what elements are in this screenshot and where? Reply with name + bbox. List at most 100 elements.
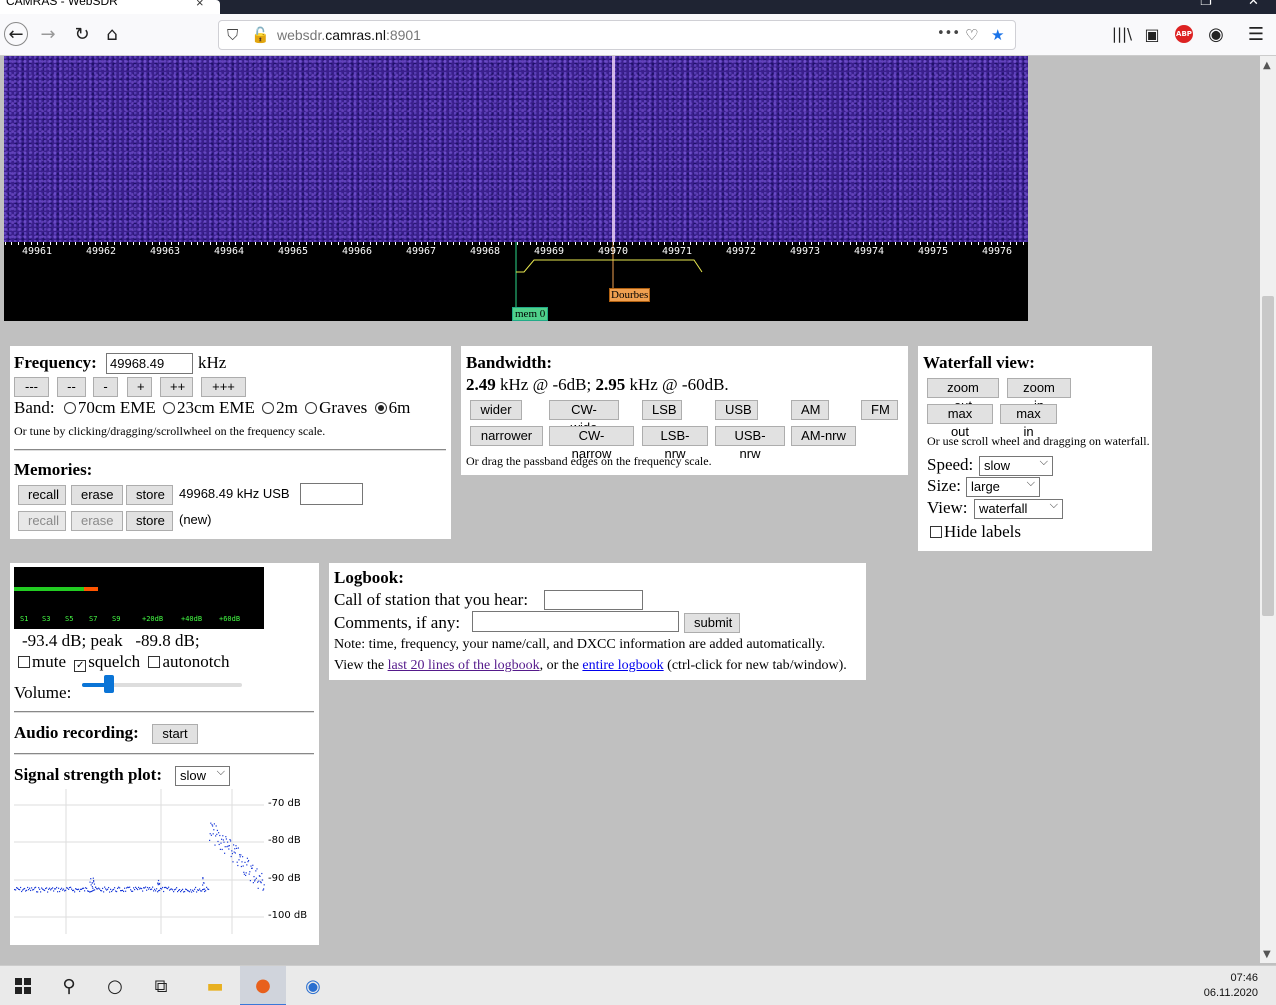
forward-icon[interactable]: →	[36, 22, 60, 46]
tab-close-icon[interactable]: ×	[196, 0, 204, 10]
page-scrollbar[interactable]: ▲ ▼	[1260, 56, 1276, 963]
max-out-button[interactable]: max out	[927, 404, 993, 439]
cw-wide-button[interactable]: CW-wide	[549, 400, 619, 435]
autonotch-checkbox[interactable]	[148, 656, 161, 668]
frequency-panel: Frequency: kHz --- -- - + ++ +++ Band: 7…	[10, 346, 451, 539]
band-option-2m[interactable]: 2m	[262, 398, 298, 417]
band-radio-graves[interactable]	[305, 402, 318, 414]
zoom-in-button[interactable]: zoom in	[1007, 378, 1071, 413]
memory-recall-button[interactable]: recall	[18, 485, 66, 505]
view-select[interactable]: waterfall ⌵	[974, 499, 1063, 519]
frequency-input[interactable]	[106, 353, 193, 374]
usb-button[interactable]: USB	[715, 400, 758, 420]
signal-trace-point	[220, 842, 222, 844]
step-down-small-button[interactable]: -	[93, 377, 118, 397]
memory-store-button[interactable]: store	[126, 485, 173, 505]
new-memory-store-button[interactable]: store	[126, 511, 173, 531]
insecure-lock-icon[interactable]: 🔓	[251, 26, 270, 44]
band-radio-2m[interactable]	[262, 402, 275, 414]
memory-erase-button[interactable]: erase	[71, 485, 123, 505]
plot-speed-select[interactable]: slow ⌵	[175, 766, 230, 786]
speed-select[interactable]: slow ⌵	[979, 456, 1053, 476]
library-icon[interactable]: |||\	[1110, 22, 1134, 46]
usb-narrow-button[interactable]: USB-nrw	[715, 426, 785, 461]
task-view-icon[interactable]: ⧉	[138, 966, 184, 1005]
new-memory-erase-button[interactable]: erase	[71, 511, 123, 531]
band-option-23cm[interactable]: 23cm EME	[163, 398, 255, 417]
start-icon[interactable]	[0, 966, 46, 1005]
station-label-dourbes[interactable]: Dourbes	[609, 288, 651, 302]
size-select[interactable]: large ⌵	[966, 477, 1040, 497]
scroll-down-icon[interactable]: ▼	[1263, 949, 1271, 960]
squelch-checkbox[interactable]: ✓	[74, 660, 87, 672]
restore-window-icon[interactable]: ❐	[1200, 0, 1212, 9]
step-down-large-button[interactable]: ---	[14, 377, 49, 397]
bookmark-star-icon[interactable]: ★	[991, 26, 1004, 44]
thunderbird-icon[interactable]: ◉	[290, 966, 336, 1005]
hide-labels-checkbox[interactable]	[930, 526, 942, 538]
address-bar[interactable]: ⛉ 🔓 websdr.camras.nl:8901 ••• ♡ ★	[218, 20, 1016, 50]
signal-trace-point	[154, 888, 156, 890]
frequency-tick-mark	[997, 242, 998, 245]
cw-narrow-button[interactable]: CW-narrow	[549, 426, 634, 461]
am-button[interactable]: AM	[791, 400, 829, 420]
new-memory-recall-button[interactable]: recall	[18, 511, 66, 531]
back-icon[interactable]: ←	[4, 22, 28, 46]
search-icon[interactable]: ⚲	[46, 966, 92, 1005]
wider-button[interactable]: wider	[470, 400, 522, 420]
step-up-medium-button[interactable]: ++	[160, 377, 193, 397]
waterfall-display[interactable]	[4, 56, 1028, 242]
am-narrow-button[interactable]: AM-nrw	[791, 426, 856, 446]
sidebar-icon[interactable]: ▣	[1140, 22, 1164, 46]
band-radio-70cm[interactable]	[63, 402, 76, 414]
memory-tag[interactable]: mem 0	[512, 307, 549, 321]
close-window-icon[interactable]: ✕	[1248, 0, 1259, 9]
band-option-70cm[interactable]: 70cm EME	[63, 398, 156, 417]
zoom-out-button[interactable]: zoom out	[927, 378, 999, 413]
band-radio-6m[interactable]	[374, 402, 387, 414]
volume-slider-thumb[interactable]	[104, 675, 115, 693]
lsb-narrow-button[interactable]: LSB-nrw	[642, 426, 708, 461]
step-up-large-button[interactable]: +++	[201, 377, 246, 397]
home-icon[interactable]: ⌂	[100, 22, 124, 46]
mute-option[interactable]: mute	[18, 652, 66, 671]
shield-icon[interactable]: ⛉	[227, 26, 238, 44]
squelch-option[interactable]: ✓ squelch	[74, 652, 140, 672]
reload-icon[interactable]: ↻	[70, 22, 94, 46]
scrollbar-thumb[interactable]	[1262, 296, 1274, 616]
call-input[interactable]	[544, 590, 643, 610]
menu-icon[interactable]: ☰	[1244, 22, 1268, 46]
hide-labels-option[interactable]: Hide labels	[930, 522, 1021, 542]
url-text[interactable]: websdr.camras.nl:8901	[277, 27, 421, 43]
account-icon[interactable]: ◉	[1204, 22, 1228, 46]
memory-name-input[interactable]	[300, 483, 363, 505]
browser-tab[interactable]: CAMRAS - WebSDR ×	[0, 0, 220, 14]
page-actions-icon[interactable]: •••	[937, 26, 960, 41]
scroll-up-icon[interactable]: ▲	[1263, 60, 1271, 71]
entire-logbook-link[interactable]: entire logbook	[582, 658, 663, 673]
narrower-button[interactable]: narrower	[470, 426, 543, 446]
max-in-button[interactable]: max in	[1000, 404, 1057, 439]
mute-checkbox[interactable]	[18, 656, 30, 668]
frequency-scale[interactable]: Dourbes mem 0 49961 49962 49963 49964 49965 4…	[4, 242, 1028, 321]
adblock-icon[interactable]: ABP	[1172, 22, 1196, 46]
step-down-medium-button[interactable]: --	[57, 377, 86, 397]
firefox-icon[interactable]: ●	[240, 966, 286, 1005]
fm-button[interactable]: FM	[861, 400, 898, 420]
lsb-button[interactable]: LSB	[642, 400, 682, 420]
pocket-icon[interactable]: ♡	[965, 26, 978, 44]
file-explorer-icon[interactable]: ▬	[192, 966, 238, 1005]
logbook-submit-button[interactable]: submit	[684, 613, 740, 633]
step-up-small-button[interactable]: +	[127, 377, 152, 397]
autonotch-option[interactable]: autonotch	[148, 652, 229, 671]
band-option-6m[interactable]: 6m	[374, 398, 410, 417]
frequency-tick-label: 49968	[469, 246, 501, 257]
volume-slider[interactable]	[82, 675, 242, 693]
system-clock[interactable]: 07:46 06.11.2020	[1204, 971, 1258, 1001]
last-20-lines-link[interactable]: last 20 lines of the logbook	[388, 658, 540, 673]
comments-input[interactable]	[472, 611, 679, 632]
band-option-graves[interactable]: Graves	[305, 398, 367, 417]
band-radio-23cm[interactable]	[163, 402, 176, 414]
recording-start-button[interactable]: start	[152, 724, 198, 744]
cortana-icon[interactable]: ○	[92, 966, 138, 1005]
